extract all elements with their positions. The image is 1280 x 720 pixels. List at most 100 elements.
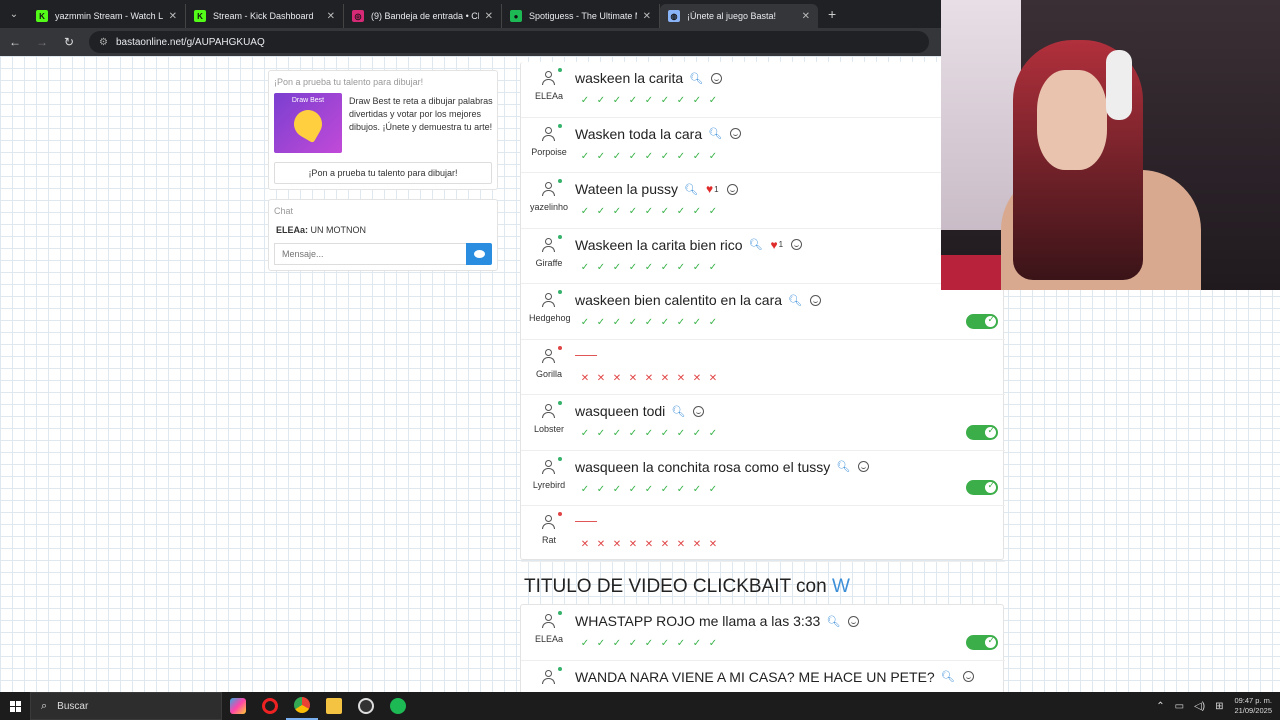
back-arrow-icon[interactable]: ← [3, 30, 27, 54]
check-mark-icon[interactable]: ✓ [689, 428, 705, 439]
check-mark-icon[interactable]: ✓ [641, 428, 657, 439]
chat-message-input[interactable] [274, 243, 466, 265]
approve-toggle[interactable] [966, 480, 998, 495]
emoji-react-icon[interactable] [810, 294, 821, 306]
check-mark-icon[interactable]: ✓ [641, 638, 657, 649]
check-mark-icon[interactable]: ✓ [641, 262, 657, 273]
check-mark-icon[interactable]: ✓ [609, 151, 625, 162]
check-mark-icon[interactable]: ✓ [705, 95, 721, 106]
tray-clock[interactable]: 09:47 p. m. 21/09/2025 [1234, 696, 1272, 716]
check-mark-icon[interactable]: ✓ [609, 317, 625, 328]
check-mark-icon[interactable]: ✓ [689, 262, 705, 273]
check-mark-icon[interactable]: ✓ [689, 95, 705, 106]
chat-send-button[interactable] [466, 243, 492, 265]
taskbar-search[interactable]: ⌕ Buscar [30, 692, 222, 720]
search-answer-icon[interactable]: 🔍︎ [684, 183, 698, 196]
url-omnibox[interactable]: ⚙ bastaonline.net/g/AUPAHGKUAQ [89, 31, 929, 53]
tab-close-icon[interactable]: ✕ [485, 11, 493, 22]
search-answer-icon[interactable]: 🔍︎ [788, 294, 802, 307]
check-mark-icon[interactable]: ✓ [625, 95, 641, 106]
cross-mark-icon[interactable]: ✕ [641, 539, 657, 550]
check-mark-icon[interactable]: ✓ [705, 484, 721, 495]
tab-search-chevron-icon[interactable]: ⌄ [0, 0, 28, 28]
network-icon[interactable]: ▭ [1175, 701, 1184, 712]
check-mark-icon[interactable]: ✓ [593, 428, 609, 439]
check-mark-icon[interactable]: ✓ [689, 151, 705, 162]
check-mark-icon[interactable]: ✓ [673, 484, 689, 495]
check-mark-icon[interactable]: ✓ [593, 317, 609, 328]
volume-icon[interactable]: ◁) [1194, 701, 1205, 712]
check-mark-icon[interactable]: ✓ [609, 638, 625, 649]
check-mark-icon[interactable]: ✓ [609, 484, 625, 495]
cross-mark-icon[interactable]: ✕ [673, 539, 689, 550]
cross-mark-icon[interactable]: ✕ [673, 373, 689, 384]
check-mark-icon[interactable]: ✓ [673, 95, 689, 106]
check-mark-icon[interactable]: ✓ [641, 151, 657, 162]
search-answer-icon[interactable]: 🔍︎ [836, 460, 850, 473]
emoji-react-icon[interactable] [726, 183, 738, 195]
check-mark-icon[interactable]: ✓ [673, 151, 689, 162]
tray-chevron-up-icon[interactable]: ⌃ [1156, 701, 1164, 712]
check-mark-icon[interactable]: ✓ [657, 206, 673, 217]
tab-close-icon[interactable]: ✕ [802, 11, 810, 22]
check-mark-icon[interactable]: ✓ [705, 151, 721, 162]
cross-mark-icon[interactable]: ✕ [577, 539, 593, 550]
cross-mark-icon[interactable]: ✕ [705, 539, 721, 550]
emoji-react-icon[interactable] [711, 72, 723, 84]
cross-mark-icon[interactable]: ✕ [625, 373, 641, 384]
taskbar-chrome-icon[interactable] [286, 692, 318, 720]
check-mark-icon[interactable]: ✓ [673, 428, 689, 439]
check-mark-icon[interactable]: ✓ [593, 484, 609, 495]
check-mark-icon[interactable]: ✓ [689, 638, 705, 649]
emoji-react-icon[interactable] [858, 461, 870, 472]
check-mark-icon[interactable]: ✓ [593, 151, 609, 162]
check-mark-icon[interactable]: ✓ [625, 317, 641, 328]
check-mark-icon[interactable]: ✓ [641, 95, 657, 106]
cross-mark-icon[interactable]: ✕ [625, 539, 641, 550]
check-mark-icon[interactable]: ✓ [673, 638, 689, 649]
cross-mark-icon[interactable]: ✕ [593, 539, 609, 550]
cross-mark-icon[interactable]: ✕ [657, 373, 673, 384]
check-mark-icon[interactable]: ✓ [689, 317, 705, 328]
check-mark-icon[interactable]: ✓ [657, 317, 673, 328]
language-icon[interactable]: ⊞ [1215, 701, 1223, 712]
emoji-react-icon[interactable] [693, 405, 705, 417]
check-mark-icon[interactable]: ✓ [577, 428, 593, 439]
check-mark-icon[interactable]: ✓ [577, 317, 593, 328]
search-answer-icon[interactable]: 🔍︎ [671, 405, 685, 418]
check-mark-icon[interactable]: ✓ [657, 95, 673, 106]
check-mark-icon[interactable]: ✓ [577, 262, 593, 273]
emoji-react-icon[interactable] [730, 128, 742, 139]
check-mark-icon[interactable]: ✓ [641, 317, 657, 328]
forward-arrow-icon[interactable]: → [30, 30, 54, 54]
browser-tab[interactable]: Kyazmmin Stream - Watch Live o ✕ [28, 4, 186, 28]
check-mark-icon[interactable]: ✓ [625, 638, 641, 649]
check-mark-icon[interactable]: ✓ [625, 206, 641, 217]
check-mark-icon[interactable]: ✓ [641, 484, 657, 495]
browser-tab[interactable]: ◎ (9) Bandeja de entrada • Chats ✕ [344, 4, 502, 28]
taskbar-file-explorer-icon[interactable] [318, 692, 350, 720]
check-mark-icon[interactable]: ✓ [625, 151, 641, 162]
check-mark-icon[interactable]: ✓ [609, 206, 625, 217]
check-mark-icon[interactable]: ✓ [593, 638, 609, 649]
cross-mark-icon[interactable]: ✕ [577, 373, 593, 384]
search-answer-icon[interactable]: 🔍︎ [689, 72, 703, 85]
approve-toggle[interactable] [966, 634, 998, 650]
check-mark-icon[interactable]: ✓ [705, 262, 721, 273]
cross-mark-icon[interactable]: ✕ [689, 539, 705, 550]
check-mark-icon[interactable]: ✓ [705, 206, 721, 217]
reload-icon[interactable]: ↻ [57, 30, 81, 54]
check-mark-icon[interactable]: ✓ [673, 206, 689, 217]
check-mark-icon[interactable]: ✓ [673, 262, 689, 273]
check-mark-icon[interactable]: ✓ [657, 638, 673, 649]
check-mark-icon[interactable]: ✓ [625, 262, 641, 273]
check-mark-icon[interactable]: ✓ [577, 151, 593, 162]
search-answer-icon[interactable]: 🔍︎ [708, 127, 722, 140]
check-mark-icon[interactable]: ✓ [657, 151, 673, 162]
check-mark-icon[interactable]: ✓ [609, 262, 625, 273]
taskbar-opera-icon[interactable] [254, 692, 286, 720]
cross-mark-icon[interactable]: ✕ [609, 539, 625, 550]
browser-tab[interactable]: ◍ ¡Únete al juego Basta! ✕ [660, 4, 818, 28]
emoji-react-icon[interactable] [848, 615, 860, 627]
search-answer-icon[interactable]: 🔍︎ [941, 670, 955, 683]
